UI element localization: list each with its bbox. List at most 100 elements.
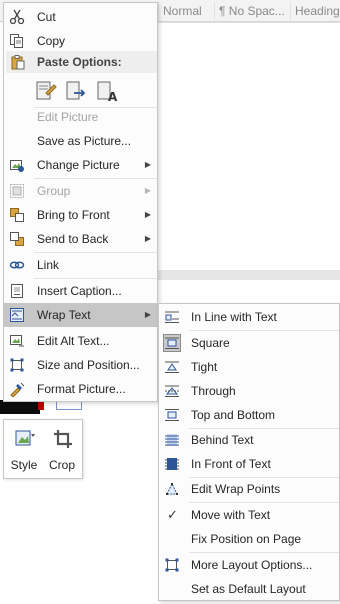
checkmark-icon: ✓ [167,507,178,522]
selected-picture[interactable] [0,400,40,414]
change-picture-icon [9,157,25,173]
in-line-label: In Line with Text [191,310,277,324]
submenu-item-square[interactable]: Square [159,331,339,355]
style-label: Style [10,458,38,472]
chevron-right-icon: ▶ [144,234,151,243]
menu-item-change-picture[interactable]: Change Picture ▶ [4,153,157,177]
style-button[interactable]: Style [6,424,42,474]
link-label: Link [37,258,60,272]
submenu-item-edit-wrap-points[interactable]: Edit Wrap Points [159,477,339,501]
cut-label: Cut [37,10,56,24]
menu-item-send-to-back[interactable]: Send to Back ▶ [4,227,157,251]
in-front-of-text-label: In Front of Text [191,457,271,471]
format-picture-icon [9,381,25,398]
menu-item-edit-picture: Edit Picture [4,105,157,129]
menu-item-cut[interactable]: Cut [4,5,157,29]
link-icon [9,257,25,273]
menu-item-wrap-text[interactable]: Wrap Text ▶ [4,303,157,327]
style-heading[interactable]: Heading [290,2,340,20]
size-and-position-label: Size and Position... [37,358,140,372]
more-layout-options-label: More Layout Options... [191,558,313,572]
svg-text:A: A [108,90,118,103]
group-icon [9,183,25,199]
fix-position-label: Fix Position on Page [191,532,302,546]
edit-wrap-points-icon [164,481,180,497]
square-label: Square [191,336,230,350]
send-to-back-label: Send to Back [37,232,109,246]
through-wrap-icon [164,383,180,399]
style-normal[interactable]: Normal [158,2,206,20]
tight-label: Tight [191,360,218,374]
mini-toolbar: Style Crop [3,419,83,479]
in-front-of-text-icon [164,456,180,472]
paste-icon [10,54,26,70]
edit-alt-text-label: Edit Alt Text... [37,334,110,348]
crop-icon [52,428,74,450]
submenu-item-in-line-with-text[interactable]: In Line with Text [159,305,339,329]
edit-wrap-points-label: Edit Wrap Points [191,482,281,496]
wrap-text-icon [9,307,25,323]
submenu-item-set-as-default-layout[interactable]: Set as Default Layout [159,577,339,601]
insert-caption-icon [9,283,25,299]
style-no-spacing[interactable]: ¶ No Spac... [214,2,289,20]
menu-item-edit-alt-text[interactable]: Edit Alt Text... [4,329,157,353]
wrap-text-label: Wrap Text [37,308,91,322]
page-gap [158,270,340,280]
picture-detail [38,402,44,410]
crop-button[interactable]: Crop [44,424,80,474]
paste-text-only-button[interactable]: A [95,79,119,104]
context-menu: Cut Copy Paste Options: A Edit Picture S… [3,2,158,402]
menu-item-size-and-position[interactable]: Size and Position... [4,353,157,377]
size-position-icon [9,357,25,373]
insert-caption-label: Insert Caption... [37,284,122,298]
chevron-right-icon: ▶ [144,186,151,195]
submenu-item-tight[interactable]: Tight [159,355,339,379]
paste-keep-formatting-icon [36,81,57,100]
layout-options-icon [164,557,180,573]
submenu-item-through[interactable]: Through [159,379,339,403]
paste-merge-formatting-button[interactable] [64,79,88,103]
chevron-right-icon: ▶ [144,210,151,219]
format-picture-label: Format Picture... [37,382,126,396]
submenu-item-more-layout-options[interactable]: More Layout Options... [159,553,339,577]
menu-item-group: Group ▶ [4,179,157,203]
bring-to-front-label: Bring to Front [37,208,110,222]
crop-label: Crop [48,458,75,472]
alt-text-icon [9,333,25,349]
edit-picture-label: Edit Picture [37,110,99,124]
copy-label: Copy [37,34,66,48]
menu-item-format-picture[interactable]: Format Picture... [4,377,157,401]
move-with-text-label: Move with Text [191,508,271,522]
menu-item-save-as-picture[interactable]: Save as Picture... [4,129,157,153]
chevron-right-icon: ▶ [144,160,151,169]
menu-item-copy[interactable]: Copy [4,29,157,53]
submenu-item-top-and-bottom[interactable]: Top and Bottom [159,403,339,427]
paste-keep-source-formatting-button[interactable] [34,79,58,103]
chevron-right-icon: ▶ [144,310,151,319]
submenu-item-fix-position-on-page[interactable]: Fix Position on Page [159,527,339,551]
submenu-item-behind-text[interactable]: Behind Text [159,428,339,452]
wrap-text-submenu: In Line with Text Square Tight Through T… [158,303,340,601]
square-wrap-icon [163,334,181,352]
paste-options-label: Paste Options: [37,55,122,69]
save-as-picture-label: Save as Picture... [37,134,132,148]
through-label: Through [191,384,236,398]
menu-item-bring-to-front[interactable]: Bring to Front ▶ [4,203,157,227]
copy-icon [9,33,25,49]
bring-to-front-icon [9,207,25,223]
behind-text-icon [164,432,180,448]
group-label: Group [37,184,71,198]
menu-item-link[interactable]: Link [4,253,157,277]
in-line-icon [164,309,180,325]
paste-text-only-icon: A [97,81,118,104]
menu-item-insert-caption[interactable]: Insert Caption... [4,279,157,303]
scissors-icon [9,9,25,25]
behind-text-label: Behind Text [191,433,254,447]
picture-style-icon [14,428,36,450]
submenu-item-in-front-of-text[interactable]: In Front of Text [159,452,339,476]
submenu-item-move-with-text[interactable]: ✓ Move with Text [159,503,339,527]
top-and-bottom-label: Top and Bottom [191,408,276,422]
paste-merge-icon [66,81,86,100]
send-to-back-icon [9,231,25,247]
change-picture-label: Change Picture [37,158,120,172]
